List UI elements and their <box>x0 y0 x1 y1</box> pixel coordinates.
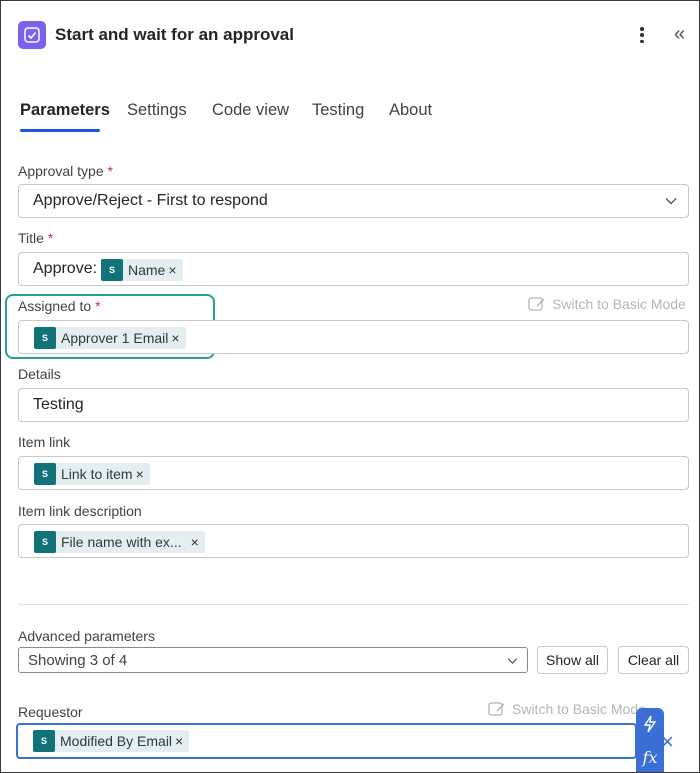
tab-code-view[interactable]: Code view <box>212 101 289 120</box>
requestor-label: Requestor <box>18 704 83 720</box>
required-marker: * <box>47 230 54 246</box>
modified-by-email-token[interactable]: S Modified By Email × <box>33 730 190 752</box>
name-token[interactable]: S Name × <box>101 259 183 281</box>
link-to-item-token[interactable]: S Link to item × <box>34 463 150 485</box>
assigned-to-field[interactable]: S Approver 1 Email × <box>18 320 689 354</box>
tab-settings[interactable]: Settings <box>127 101 187 120</box>
details-label: Details <box>18 366 61 382</box>
sharepoint-icon: S <box>34 463 56 485</box>
approval-type-value: Approve/Reject - First to respond <box>33 192 268 209</box>
assigned-to-label-text: Assigned to <box>18 298 92 314</box>
title-label: Title * <box>18 230 53 246</box>
advanced-parameters-label: Advanced parameters <box>18 628 155 644</box>
advanced-parameters-select[interactable]: Showing 3 of 4 <box>18 647 528 673</box>
required-marker: * <box>95 298 101 314</box>
token-label: Modified By Email <box>60 733 173 749</box>
dynamic-content-toolbar: fx <box>636 708 664 772</box>
approval-type-label: Approval type * <box>18 163 113 179</box>
requestor-field[interactable]: S Modified By Email × <box>16 723 637 759</box>
approver-email-token[interactable]: S Approver 1 Email × <box>34 327 186 349</box>
tab-parameters[interactable]: Parameters <box>20 101 110 120</box>
required-marker: * <box>107 163 113 179</box>
more-options-icon[interactable] <box>637 25 647 45</box>
assigned-to-label: Assigned to * <box>18 298 101 314</box>
edit-mode-icon <box>528 297 545 311</box>
active-tab-indicator <box>20 129 100 132</box>
item-link-field[interactable]: S Link to item × <box>18 456 689 490</box>
sharepoint-icon: S <box>101 259 123 281</box>
action-title: Start and wait for an approval <box>55 25 294 44</box>
item-link-label: Item link <box>18 434 71 450</box>
clear-field-icon[interactable]: × <box>661 731 681 753</box>
remove-token-icon[interactable]: × <box>191 534 199 550</box>
approval-app-icon <box>18 21 46 49</box>
chevron-down-icon <box>665 198 677 205</box>
token-label: Name <box>128 262 166 278</box>
item-link-description-label: Item link description <box>18 503 142 519</box>
remove-token-icon[interactable]: × <box>168 262 176 278</box>
switch-basic-mode-label: Switch to Basic Mode <box>512 701 646 717</box>
tab-about[interactable]: About <box>389 101 432 120</box>
sharepoint-icon: S <box>34 531 56 553</box>
details-field[interactable]: Testing <box>18 388 689 422</box>
remove-token-icon[interactable]: × <box>136 466 144 482</box>
tab-testing[interactable]: Testing <box>312 101 364 120</box>
collapse-panel-icon[interactable]: « <box>674 23 692 45</box>
title-prefix-text: Approve: <box>33 260 98 277</box>
token-label: File name with ex... <box>61 534 182 550</box>
advanced-select-value: Showing 3 of 4 <box>28 652 128 669</box>
token-label: Approver 1 Email <box>61 330 169 346</box>
sharepoint-icon: S <box>33 730 55 752</box>
section-divider <box>18 604 689 605</box>
item-link-description-field[interactable]: S File name with ex... × <box>18 524 689 558</box>
clear-all-button[interactable]: Clear all <box>618 646 689 674</box>
remove-token-icon[interactable]: × <box>175 733 183 749</box>
fx-expression-icon[interactable]: fx <box>643 748 658 767</box>
show-all-button[interactable]: Show all <box>537 646 608 674</box>
token-label: Link to item <box>61 466 133 482</box>
chevron-down-icon <box>507 658 518 664</box>
sharepoint-icon: S <box>34 327 56 349</box>
approval-action-panel: Start and wait for an approval « Paramet… <box>0 0 700 773</box>
switch-basic-mode-label: Switch to Basic Mode <box>552 296 686 312</box>
approval-type-dropdown[interactable]: Approve/Reject - First to respond <box>18 184 689 218</box>
switch-basic-mode-button[interactable]: Switch to Basic Mode <box>528 296 686 312</box>
details-value: Testing <box>33 396 84 413</box>
remove-token-icon[interactable]: × <box>171 330 179 346</box>
edit-mode-icon <box>488 702 505 716</box>
file-name-token[interactable]: S File name with ex... × <box>34 531 205 553</box>
approval-type-label-text: Approval type <box>18 163 104 179</box>
lightning-icon[interactable] <box>643 715 657 733</box>
switch-basic-mode-button[interactable]: Switch to Basic Mode <box>488 701 646 717</box>
title-field[interactable]: Approve: S Name × <box>18 252 689 286</box>
title-label-text: Title <box>18 230 44 246</box>
